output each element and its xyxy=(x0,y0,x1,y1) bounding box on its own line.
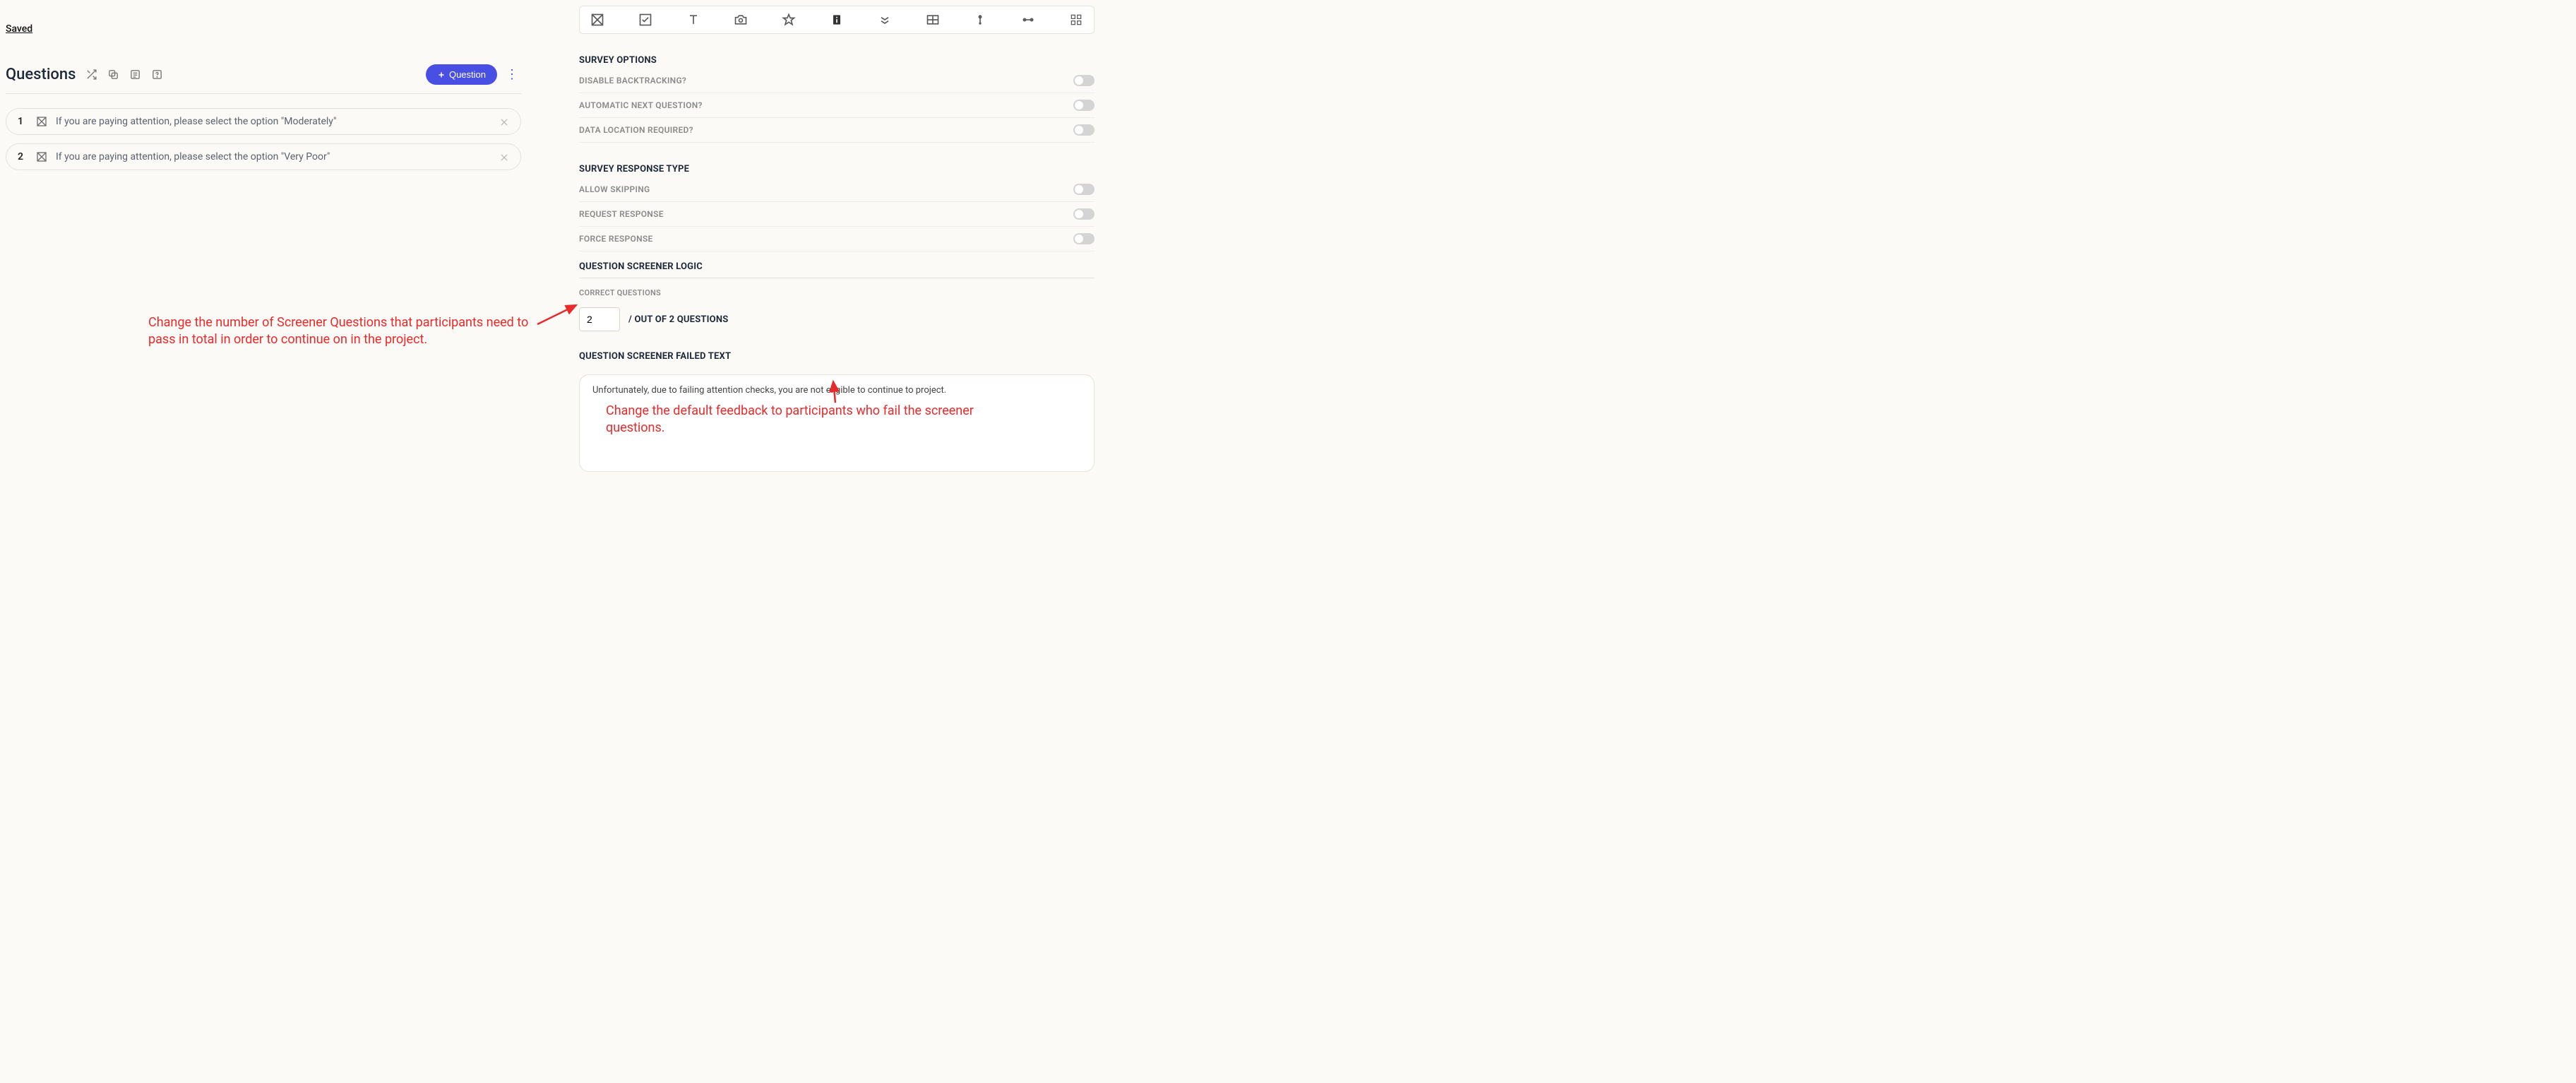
type-text-icon[interactable] xyxy=(686,12,701,28)
multiple-choice-icon xyxy=(36,116,47,127)
out-of-text: / OUT OF 2 QUESTIONS xyxy=(628,314,728,325)
question-row[interactable]: 2 If you are paying attention, please se… xyxy=(6,143,521,170)
saved-link[interactable]: Saved xyxy=(6,23,32,35)
screener-failed-heading: QUESTION SCREENER FAILED TEXT xyxy=(579,351,1095,362)
shuffle-icon[interactable] xyxy=(85,69,97,81)
type-camera-icon[interactable] xyxy=(733,12,749,28)
correct-questions-row: / OUT OF 2 QUESTIONS xyxy=(579,307,1095,331)
data-location-row: DATA LOCATION REQUIRED? xyxy=(579,118,1095,143)
add-question-label: Question xyxy=(449,69,486,80)
survey-options-heading: SURVEY OPTIONS xyxy=(579,55,1095,66)
request-response-row: REQUEST RESPONSE xyxy=(579,202,1095,227)
correct-questions-input[interactable] xyxy=(579,307,620,331)
questions-title: Questions xyxy=(6,66,76,83)
question-number: 2 xyxy=(18,151,28,162)
multiple-choice-icon xyxy=(36,151,47,162)
option-label: ALLOW SKIPPING xyxy=(579,184,650,194)
toggle-automatic-next[interactable] xyxy=(1073,100,1095,111)
type-info-icon[interactable] xyxy=(829,12,845,28)
force-response-row: FORCE RESPONSE xyxy=(579,227,1095,251)
add-question-button[interactable]: Question xyxy=(426,64,497,85)
option-label: FORCE RESPONSE xyxy=(579,234,653,244)
type-grid-icon[interactable] xyxy=(1068,12,1084,28)
type-table-icon[interactable] xyxy=(925,12,941,28)
more-menu-icon[interactable]: ⋮ xyxy=(503,67,521,82)
close-icon[interactable] xyxy=(499,117,509,126)
allow-skipping-row: ALLOW SKIPPING xyxy=(579,177,1095,202)
toggle-force-response[interactable] xyxy=(1073,233,1095,244)
toggle-request-response[interactable] xyxy=(1073,208,1095,220)
type-multiple-choice-icon[interactable] xyxy=(590,12,605,28)
toggle-allow-skipping[interactable] xyxy=(1073,184,1095,195)
question-row[interactable]: 1 If you are paying attention, please se… xyxy=(6,108,521,135)
question-text: If you are paying attention, please sele… xyxy=(56,116,491,127)
option-label: DISABLE BACKTRACKING? xyxy=(579,76,686,85)
list-icon[interactable] xyxy=(129,69,141,81)
option-label: REQUEST RESPONSE xyxy=(579,209,664,219)
questions-header: Questions Question ⋮ xyxy=(6,64,521,94)
help-icon[interactable] xyxy=(151,69,163,81)
toggle-disable-backtracking[interactable] xyxy=(1073,75,1095,86)
annotation-1: Change the number of Screener Questions … xyxy=(148,314,544,349)
close-icon[interactable] xyxy=(499,152,509,162)
screener-logic-heading: QUESTION SCREENER LOGIC xyxy=(579,261,1095,272)
type-dropdown-icon[interactable] xyxy=(877,12,893,28)
question-text: If you are paying attention, please sele… xyxy=(56,151,491,162)
toggle-data-location[interactable] xyxy=(1073,124,1095,136)
type-slider-horizontal-icon[interactable] xyxy=(1020,12,1036,28)
disable-backtracking-row: DISABLE BACKTRACKING? xyxy=(579,69,1095,93)
type-star-icon[interactable] xyxy=(781,12,797,28)
annotation-2: Change the default feedback to participa… xyxy=(606,403,980,437)
copy-icon[interactable] xyxy=(107,69,119,81)
type-slider-vertical-icon[interactable] xyxy=(972,12,988,28)
option-label: AUTOMATIC NEXT QUESTION? xyxy=(579,100,703,110)
automatic-next-row: AUTOMATIC NEXT QUESTION? xyxy=(579,93,1095,118)
option-label: DATA LOCATION REQUIRED? xyxy=(579,125,693,135)
correct-questions-label: CORRECT QUESTIONS xyxy=(579,288,1095,297)
question-type-toolbar xyxy=(579,6,1095,34)
survey-response-heading: SURVEY RESPONSE TYPE xyxy=(579,164,1095,174)
question-number: 1 xyxy=(18,116,28,127)
type-checkbox-icon[interactable] xyxy=(638,12,653,28)
